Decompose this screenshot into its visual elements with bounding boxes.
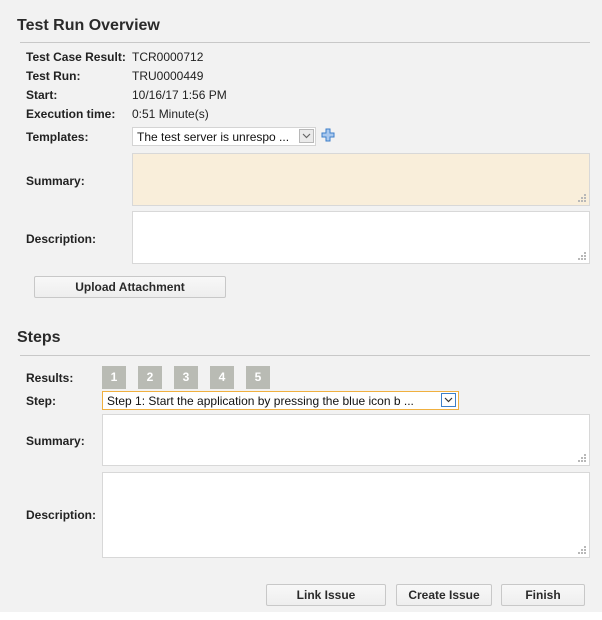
start-label: Start:: [26, 88, 58, 102]
summary-textarea[interactable]: [132, 153, 590, 206]
overview-divider: [20, 42, 590, 43]
steps-divider: [20, 355, 590, 356]
test-case-result-value: TCR0000712: [132, 50, 204, 64]
result-step-2[interactable]: 2: [138, 366, 162, 389]
finish-button[interactable]: Finish: [501, 584, 585, 606]
description-textarea[interactable]: [132, 211, 590, 264]
results-label: Results:: [26, 371, 74, 385]
execution-time-value: 0:51 Minute(s): [132, 107, 209, 121]
summary-label: Summary:: [26, 174, 85, 188]
result-step-3[interactable]: 3: [174, 366, 198, 389]
chevron-down-icon[interactable]: [299, 129, 314, 143]
step-description-label: Description:: [26, 508, 97, 522]
test-run-panel: Test Run Overview Test Case Result: TCR0…: [0, 0, 602, 612]
test-case-result-label: Test Case Result:: [26, 50, 126, 64]
link-issue-button[interactable]: Link Issue: [266, 584, 386, 606]
result-step-5[interactable]: 5: [246, 366, 270, 389]
result-step-1[interactable]: 1: [102, 366, 126, 389]
test-run-label: Test Run:: [26, 69, 81, 83]
templates-label: Templates:: [26, 130, 89, 144]
resize-grip-icon[interactable]: [578, 252, 587, 261]
step-description-textarea[interactable]: [102, 472, 590, 558]
test-run-value: TRU0000449: [132, 69, 204, 83]
overview-title: Test Run Overview: [17, 17, 160, 34]
start-value: 10/16/17 1:56 PM: [132, 88, 227, 102]
resize-grip-icon[interactable]: [578, 194, 587, 203]
step-summary-textarea[interactable]: [102, 414, 590, 466]
upload-attachment-button[interactable]: Upload Attachment: [34, 276, 226, 298]
templates-select[interactable]: The test server is unrespo ...: [132, 127, 316, 146]
chevron-down-icon[interactable]: [441, 393, 456, 407]
step-label: Step:: [26, 394, 56, 408]
step-summary-label: Summary:: [26, 434, 85, 448]
steps-title: Steps: [17, 329, 61, 346]
execution-time-label: Execution time:: [26, 107, 116, 121]
add-template-icon[interactable]: [321, 128, 335, 142]
create-issue-button[interactable]: Create Issue: [396, 584, 492, 606]
step-select-value: Step 1: Start the application by pressin…: [107, 394, 414, 408]
result-step-4[interactable]: 4: [210, 366, 234, 389]
resize-grip-icon[interactable]: [578, 546, 587, 555]
resize-grip-icon[interactable]: [578, 454, 587, 463]
description-label: Description:: [26, 232, 97, 246]
step-select[interactable]: Step 1: Start the application by pressin…: [102, 391, 459, 410]
templates-select-value: The test server is unrespo ...: [137, 130, 290, 144]
